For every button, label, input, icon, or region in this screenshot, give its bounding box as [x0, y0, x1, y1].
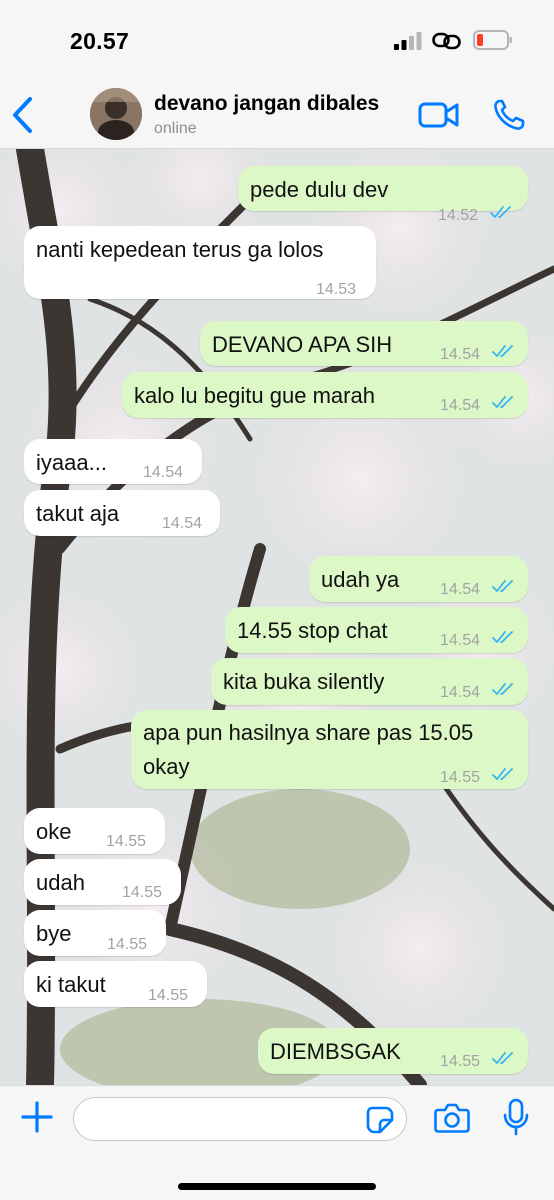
incoming-message[interactable]: nanti kepedean terus ga lolos 14.53	[24, 226, 376, 299]
outgoing-message[interactable]: kita buka silently 14.54	[211, 658, 528, 705]
message-time: 14.54	[143, 464, 184, 481]
contact-status: online	[154, 120, 197, 137]
status-time: 20.57	[70, 28, 130, 54]
message-text: kita buka silently	[223, 669, 385, 694]
message-time: 14.55	[440, 769, 481, 786]
contact-name[interactable]: devano jangan dibales	[154, 92, 379, 116]
message-text: DEVANO APA SIH	[212, 332, 393, 357]
message-text: udah	[36, 870, 85, 895]
message-text: iyaaa...	[36, 450, 107, 475]
message-text: takut aja	[36, 501, 120, 526]
outgoing-message[interactable]: DEVANO APA SIH 14.54	[200, 321, 528, 366]
message-time: 14.55	[107, 936, 148, 953]
double-check-icon	[492, 396, 513, 408]
message-text: oke	[36, 819, 72, 844]
message-text: bye	[36, 921, 72, 946]
message-text: udah ya	[321, 567, 400, 592]
message-time: 14.54	[440, 397, 481, 414]
chat-area[interactable]: pede dulu dev 14.52 nanti kepedean terus g…	[0, 149, 554, 1085]
message-text: ki takut	[36, 972, 106, 997]
message-text: kalo lu begitu gue marah	[134, 383, 375, 408]
outgoing-message[interactable]: DIEMBSGAK 14.55	[258, 1028, 528, 1074]
message-text: pede dulu dev	[250, 177, 389, 202]
status-bar: 20.57	[0, 0, 554, 78]
message-time: 14.55	[122, 884, 163, 901]
chat-header: devano jangan dibales online	[0, 78, 554, 149]
incoming-message[interactable]: udah 14.55	[24, 859, 181, 905]
incoming-message[interactable]: ki takut 14.55	[24, 961, 207, 1007]
chevron-left-icon[interactable]	[10, 96, 36, 134]
camera-icon[interactable]	[434, 1101, 470, 1135]
double-check-icon	[492, 580, 513, 592]
link-icon	[432, 32, 461, 50]
message-text: 14.55 stop chat	[237, 618, 388, 643]
double-check-icon	[492, 683, 513, 695]
incoming-message[interactable]: bye 14.55	[24, 910, 166, 956]
message-time: 14.52	[438, 207, 479, 224]
signal-icon	[394, 32, 422, 50]
sticker-icon[interactable]	[366, 1106, 394, 1134]
incoming-message[interactable]: iyaaa... 14.54	[24, 439, 202, 484]
incoming-message[interactable]: takut aja 14.54	[24, 490, 220, 536]
outgoing-message[interactable]: pede dulu dev 14.52	[238, 166, 528, 224]
message-time: 14.55	[148, 987, 189, 1004]
composer-bar	[0, 1085, 554, 1200]
outgoing-message[interactable]: apa pun hasilnya share pas 15.05 okay 14.…	[131, 710, 528, 789]
message-time: 14.55	[440, 1053, 481, 1070]
message-text: nanti kepedean terus ga lolos	[36, 237, 324, 262]
microphone-icon[interactable]	[503, 1098, 529, 1136]
message-time: 14.54	[162, 515, 203, 532]
outgoing-message[interactable]: 14.55 stop chat 14.54	[225, 607, 528, 653]
avatar[interactable]	[90, 88, 142, 140]
outgoing-message[interactable]: kalo lu begitu gue marah 14.54	[122, 372, 528, 418]
battery-icon	[473, 30, 512, 50]
outgoing-message[interactable]: udah ya 14.54	[309, 556, 528, 602]
message-input[interactable]	[73, 1097, 407, 1141]
message-time: 14.53	[316, 281, 357, 298]
message-time: 14.54	[440, 632, 481, 649]
double-check-icon	[492, 631, 513, 643]
message-time: 14.54	[440, 346, 481, 363]
double-check-icon	[492, 1052, 513, 1064]
message-time: 14.55	[106, 833, 147, 850]
message-text: DIEMBSGAK	[270, 1039, 401, 1064]
double-check-icon	[492, 345, 513, 357]
plus-icon[interactable]	[20, 1100, 54, 1134]
message-time: 14.54	[440, 684, 481, 701]
message-time: 14.54	[440, 581, 481, 598]
double-check-icon	[490, 206, 511, 218]
incoming-message[interactable]: oke 14.55	[24, 808, 165, 854]
phone-icon[interactable]	[492, 98, 526, 132]
video-camera-icon[interactable]	[418, 100, 460, 130]
double-check-icon	[492, 768, 513, 780]
home-indicator	[178, 1183, 376, 1190]
